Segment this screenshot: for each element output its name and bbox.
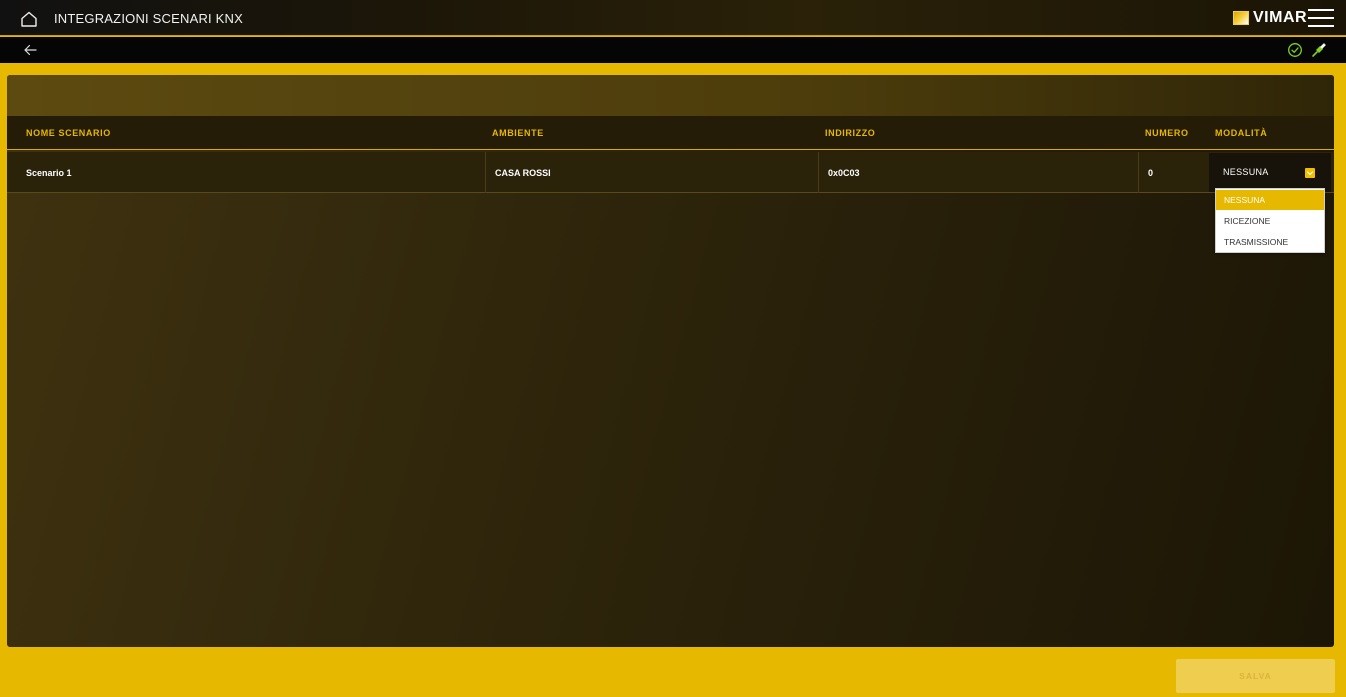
modalita-dropdown: NESSUNA RICEZIONE TRASMISSIONE bbox=[1215, 188, 1325, 253]
home-icon[interactable] bbox=[20, 10, 38, 28]
brand-mark-icon bbox=[1233, 11, 1249, 25]
top-bar: INTEGRAZIONI SCENARI KNX VIMAR bbox=[0, 0, 1346, 36]
column-header-ambiente: AMBIENTE bbox=[492, 128, 544, 138]
page-title: INTEGRAZIONI SCENARI KNX bbox=[54, 11, 243, 26]
hamburger-menu-icon[interactable] bbox=[1308, 9, 1334, 29]
dropdown-option-ricezione[interactable]: RICEZIONE bbox=[1216, 211, 1324, 231]
modalita-select[interactable]: NESSUNA bbox=[1209, 153, 1331, 192]
chevron-down-icon[interactable] bbox=[1305, 168, 1315, 178]
check-circle-icon bbox=[1288, 43, 1302, 57]
sub-bar bbox=[0, 37, 1346, 63]
brand-logo: VIMAR bbox=[1233, 9, 1307, 27]
dropdown-option-nessuna[interactable]: NESSUNA bbox=[1216, 190, 1324, 210]
plug-icon bbox=[1312, 43, 1326, 57]
column-header-indirizzo: INDIRIZZO bbox=[825, 128, 876, 138]
modalita-selected-value: NESSUNA bbox=[1223, 167, 1269, 177]
column-header-numero: NUMERO bbox=[1145, 128, 1189, 138]
cell-nome-scenario: Scenario 1 bbox=[26, 167, 72, 178]
scenari-panel: NOME SCENARIO AMBIENTE INDIRIZZO NUMERO … bbox=[7, 75, 1334, 647]
save-button[interactable]: SALVA bbox=[1176, 659, 1335, 693]
cell-indirizzo: 0x0C03 bbox=[818, 152, 1138, 193]
cell-ambiente: CASA ROSSI bbox=[485, 152, 818, 193]
panel-header bbox=[7, 75, 1334, 116]
column-header-modalita: MODALITÀ bbox=[1215, 128, 1268, 138]
dropdown-option-trasmissione[interactable]: TRASMISSIONE bbox=[1216, 232, 1324, 252]
arrow-left-icon[interactable] bbox=[22, 42, 38, 58]
column-header-nome-scenario: NOME SCENARIO bbox=[26, 128, 111, 138]
table-row[interactable]: Scenario 1 CASA ROSSI 0x0C03 0 NESSUNA bbox=[7, 152, 1334, 193]
cell-numero: 0 bbox=[1138, 152, 1208, 193]
brand-name: VIMAR bbox=[1253, 9, 1308, 26]
table-header: NOME SCENARIO AMBIENTE INDIRIZZO NUMERO … bbox=[7, 116, 1334, 150]
